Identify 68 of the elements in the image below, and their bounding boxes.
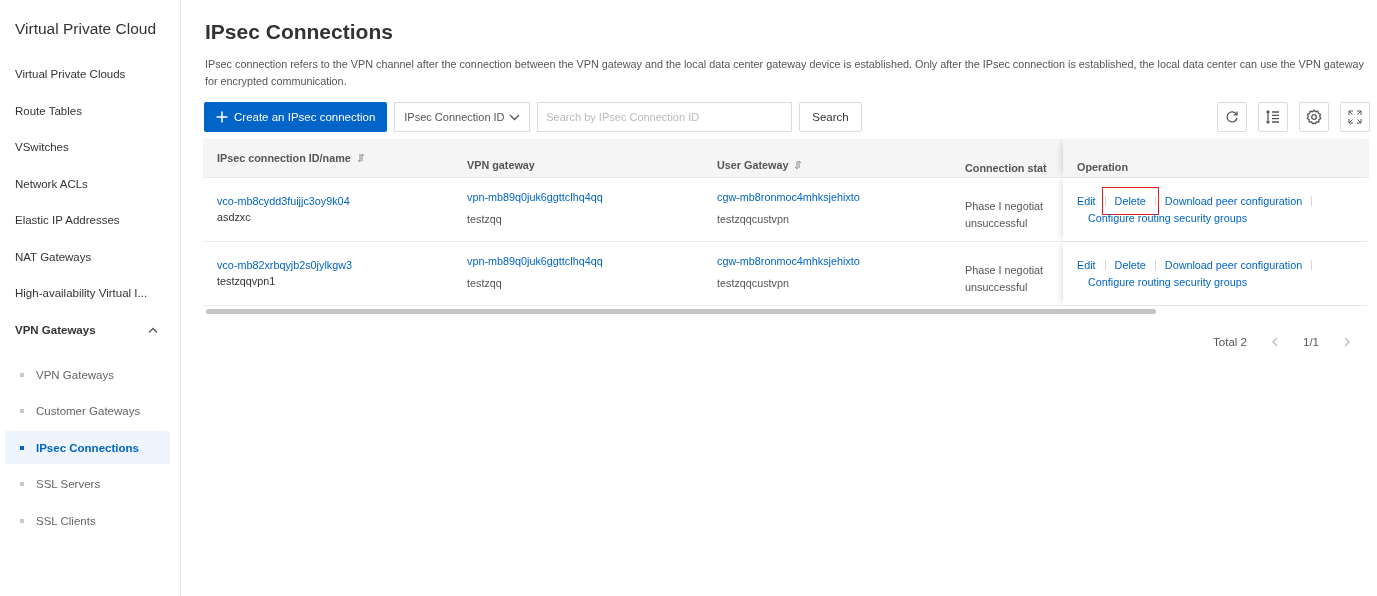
bullet-icon [20,409,24,413]
sidebar-title: Virtual Private Cloud [14,20,157,39]
sidebar-item[interactable]: Route Tables [0,102,180,139]
column-header: Connection stat [964,160,1048,176]
refresh-icon [1224,109,1240,125]
user-gateway-link[interactable]: cgw-mb8ronmoc4mhksjehixto [717,191,860,203]
bullet-icon [20,518,24,523]
chevron-down-icon [509,113,521,121]
column-header: VPN gateway [466,157,536,173]
operation-link[interactable]: Edit [1077,259,1096,271]
operation-link[interactable]: Download peer configuration [1164,195,1303,207]
column-header: IPsec connection ID/name [203,139,453,177]
operation-link[interactable]: Edit [1077,195,1096,207]
settings-button[interactable] [1299,102,1329,132]
sidebar-item[interactable]: SSL Clients [5,504,170,537]
list-button[interactable] [1258,102,1288,132]
search-field[interactable]: Search by IPsec Connection ID [537,102,793,132]
user-gateway-link[interactable]: cgw-mb8ronmoc4mhksjehixto [717,255,860,267]
status-text: unsuccessful [965,216,1029,231]
chevron-icon [148,326,158,333]
sidebar-item[interactable]: Customer Gateways [5,394,170,428]
operation-link[interactable]: Download peer configuration [1164,259,1303,271]
vpn-gateway-name: testzqq [467,213,503,225]
operation-link[interactable]: Delete [1102,188,1158,214]
sidebar-item[interactable]: VSwitches [0,139,180,176]
bullet-icon [20,445,24,450]
sidebar-item[interactable]: High-availability Virtual I... [0,285,180,322]
status-text: Phase I negotiat [965,199,1045,214]
sidebar-item[interactable]: VPN Gateways [5,358,170,391]
operation-link[interactable]: Configure routing security groups [1088,276,1248,288]
vpn-gateway-name: testzqq [467,277,503,289]
sidebar-item[interactable]: SSL Servers [5,467,170,501]
connection-name: asdzxc [217,211,252,223]
create-button[interactable]: Create an IPsec connection [204,102,388,132]
bullet-icon [20,372,24,377]
page-description: IPsec connection refers to the VPN channel after the connection between the VPN gateway and the local data center gateway device is established. Only after the IPsec connection is established, the local data center can use the VPN gateway for encrypted communication. [205,57,1365,89]
status-text: unsuccessful [965,280,1029,295]
bullet-icon [20,482,24,486]
list-icon [1265,109,1281,125]
sidebar-item[interactable]: VPN Gateways [0,321,180,358]
column-header: Operation [1063,139,1369,177]
connection-id-link[interactable]: vco-mb82xrbqyjb2s0jylkgw3 [217,259,353,271]
connection-name: testzqqvpn1 [217,275,277,287]
operation-link[interactable]: Delete [1114,259,1146,271]
sidebar-item[interactable]: Network ACLs [0,175,180,212]
sidebar-item[interactable]: IPsec Connections [5,431,170,464]
refresh-button[interactable] [1217,102,1247,132]
user-gateway-name: testzqqcustvpn [717,213,791,225]
user-gateway-name: testzqqcustvpn [717,277,791,289]
sidebar-item[interactable]: Elastic IP Addresses [0,212,180,249]
fullscreen-icon [1347,109,1363,125]
status-text: Phase I negotiat [965,263,1045,278]
vpn-gateway-link[interactable]: vpn-mb89q0juk6ggttclhq4qq [467,255,603,267]
connection-id-link[interactable]: vco-mb8cydd3fuijjc3oy9k04 [217,195,350,207]
column-header: User Gateway [703,139,953,177]
page-indicator: 1/1 [1303,336,1319,348]
page-title: IPsec Connections [205,20,394,44]
plus-icon [216,111,228,123]
settings-icon [1306,109,1322,125]
total-count: Total 2 [1213,336,1247,348]
operation-link[interactable]: Configure routing security groups [1088,212,1248,224]
chevron-right-icon [1344,337,1350,347]
chevron-left-icon [1272,337,1278,347]
sidebar-item[interactable]: NAT Gateways [0,248,180,285]
vpn-gateway-link[interactable]: vpn-mb89q0juk6ggttclhq4qq [467,191,603,203]
search-button[interactable]: Search [799,102,862,132]
sidebar-item[interactable]: Virtual Private Clouds [0,66,180,103]
filter-dropdown[interactable]: IPsec Connection ID [394,102,531,132]
